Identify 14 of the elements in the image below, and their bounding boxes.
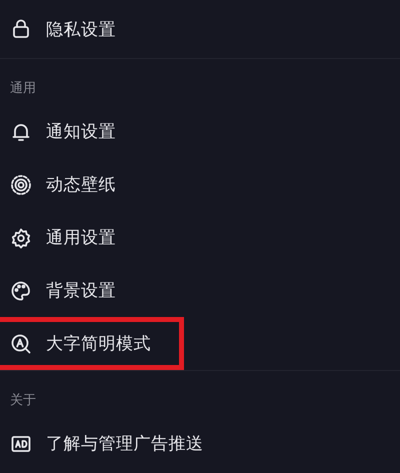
dashed-ring-icon [10,174,32,196]
settings-item[interactable]: 隐私设置 [0,0,184,58]
section-header: 关于 [9,392,36,410]
settings-item[interactable]: 大字简明模式 [0,317,184,370]
magnifier-icon [10,332,32,354]
settings-item[interactable]: 通用设置 [0,211,184,264]
settings-item[interactable]: 背景设置 [0,264,184,317]
settings-item[interactable]: 了解与管理广告推送 [0,417,204,470]
settings-item[interactable]: 通知设置 [0,105,184,158]
section-header: 通用 [9,80,36,98]
gear-icon [10,226,32,248]
palette-icon [10,280,32,302]
lock-icon [10,18,32,40]
settings-item[interactable]: 动态壁纸 [0,158,184,211]
